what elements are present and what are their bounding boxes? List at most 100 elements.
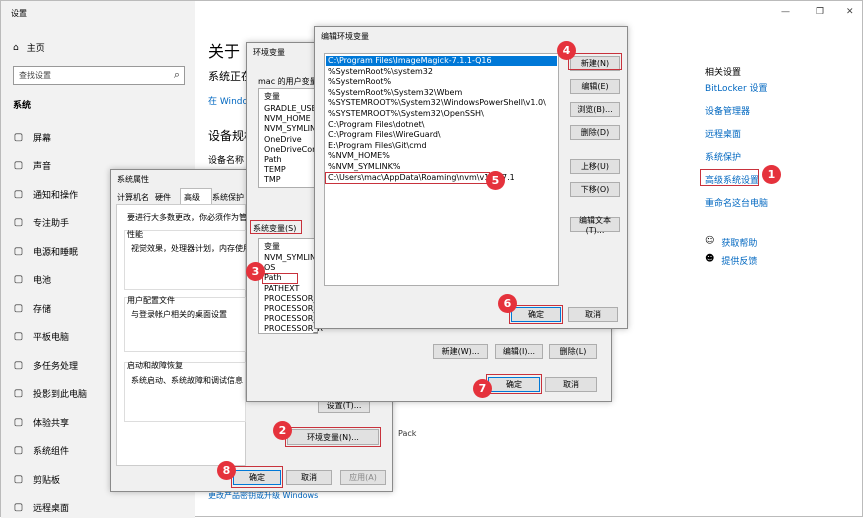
step-badge-6: 6 xyxy=(498,294,517,313)
close-icon[interactable]: ✕ xyxy=(846,7,854,17)
storage-icon: ▢ xyxy=(13,302,24,314)
env-cancel-button[interactable]: 取消 xyxy=(545,377,597,392)
sysprops-apply-button[interactable]: 应用(A) xyxy=(340,470,386,485)
highlight-box-2 xyxy=(285,427,381,447)
clipboard-icon: ▢ xyxy=(13,473,24,485)
nav-item-label: 平板电脑 xyxy=(33,333,70,343)
power-icon: ▢ xyxy=(13,245,24,257)
nav-item[interactable]: ▢ 系统组件 xyxy=(13,444,69,458)
device-name-label: 设备名称 xyxy=(208,156,245,166)
nav-item[interactable]: ▢ 存储 xyxy=(13,301,51,315)
user-var-row[interactable]: TEMP xyxy=(264,165,286,176)
highlight-box-3 xyxy=(262,273,298,284)
user-var-row[interactable]: OneDrive xyxy=(264,135,302,146)
nav-home[interactable]: ⌂ 主页 xyxy=(13,41,45,55)
help-icon: ☺ xyxy=(705,236,715,246)
path-row[interactable]: %SYSTEMROOT%\System32\OpenSSH\ xyxy=(328,109,484,120)
path-row[interactable]: %NVM_SYMLINK% xyxy=(328,162,400,173)
get-help-link[interactable]: ☺ 获取帮助 xyxy=(705,236,757,249)
dialog-title: 环境变量 xyxy=(253,48,285,57)
step-badge-4: 4 xyxy=(557,41,576,60)
multitask-icon: ▢ xyxy=(13,359,24,371)
nav-item-label: 电源和睡眠 xyxy=(33,247,79,258)
user-var-row[interactable]: TMP xyxy=(264,175,281,186)
path-edit-button[interactable]: 编辑(E) xyxy=(570,79,620,94)
step-badge-8: 8 xyxy=(217,461,236,480)
step-badge-5: 5 xyxy=(486,171,505,190)
bitlocker-link[interactable]: BitLocker 设置 xyxy=(705,81,768,94)
search-placeholder: 查找设置 xyxy=(19,71,51,80)
nav-item[interactable]: ▢ 通知和操作 xyxy=(13,187,78,201)
nav-item[interactable]: ▢ 剪贴板 xyxy=(13,472,60,486)
sys-vars-header: 变量 xyxy=(264,242,280,251)
battery-icon: ▢ xyxy=(13,274,24,285)
components-icon: ▢ xyxy=(13,445,24,456)
nav-item[interactable]: ▢ 远程桌面 xyxy=(13,501,69,515)
path-row[interactable]: %SystemRoot% xyxy=(328,77,391,88)
project-icon: ▢ xyxy=(13,388,24,399)
dialog-title: 编辑环境变量 xyxy=(321,32,369,41)
path-row[interactable]: C:\Program Files\WireGuard\ xyxy=(328,130,441,141)
step-badge-1: 1 xyxy=(762,165,781,184)
window-title: 设置 xyxy=(11,9,27,18)
nav-item-label: 电池 xyxy=(33,276,52,286)
path-delete-button[interactable]: 删除(D) xyxy=(570,125,620,140)
related-settings-title: 相关设置 xyxy=(705,68,742,78)
highlight-box-4 xyxy=(568,53,622,70)
path-row[interactable]: %SystemRoot%\System32\Wbem xyxy=(328,88,462,99)
nav-item-label: 通知和操作 xyxy=(33,190,79,201)
search-input[interactable]: 查找设置 ⌕ xyxy=(13,66,185,85)
tab-system-protection[interactable]: 系统保护 xyxy=(212,192,244,203)
minimize-icon[interactable]: — xyxy=(781,7,790,17)
path-row[interactable]: %SYSTEMROOT%\System32\WindowsPowerShell\… xyxy=(328,98,546,109)
nav-item[interactable]: ▢ 电池 xyxy=(13,273,51,287)
nav-item[interactable]: ▢ 体验共享 xyxy=(13,415,69,429)
path-up-button[interactable]: 上移(U) xyxy=(570,159,620,174)
path-row[interactable]: E:\Program Files\Git\cmd xyxy=(328,141,427,152)
user-var-row[interactable]: NVM_SYMLINK xyxy=(264,124,321,135)
highlight-box-sysvars xyxy=(250,220,302,234)
tab-hardware[interactable]: 硬件 xyxy=(155,192,171,203)
nav-item-label: 系统组件 xyxy=(33,447,70,457)
sys-delete-button[interactable]: 删除(L) xyxy=(549,344,597,359)
highlight-box-6 xyxy=(509,305,563,324)
remote-desktop-link[interactable]: 远程桌面 xyxy=(705,127,741,140)
path-row[interactable]: %NVM_HOME% xyxy=(328,151,390,162)
nav-item[interactable]: ▢ 专注助手 xyxy=(13,216,69,230)
highlight-box-7 xyxy=(486,374,542,394)
path-browse-button[interactable]: 浏览(B)... xyxy=(570,102,620,117)
profile-label: 用户配置文件 xyxy=(127,296,175,305)
nav-item[interactable]: ▢ 电源和睡眠 xyxy=(13,244,78,258)
maximize-icon[interactable]: ❐ xyxy=(816,7,824,17)
path-row[interactable]: %SystemRoot%\system32 xyxy=(328,67,433,78)
sys-var-row[interactable]: PATHEXT xyxy=(264,284,299,295)
nav-item[interactable]: ▢ 平板电脑 xyxy=(13,330,69,344)
highlight-box-1 xyxy=(700,169,759,186)
rename-pc-link[interactable]: 重命名这台电脑 xyxy=(705,196,768,209)
nav-item[interactable]: ▢ 投影到此电脑 xyxy=(13,387,87,401)
nav-item[interactable]: ▢ 屏幕 xyxy=(13,130,51,144)
tab-computer-name[interactable]: 计算机名 xyxy=(117,192,149,203)
path-row[interactable]: C:\Program Files\dotnet\ xyxy=(328,120,424,131)
step-badge-2: 2 xyxy=(273,421,292,440)
nav-item[interactable]: ▢ 多任务处理 xyxy=(13,358,78,372)
path-row[interactable]: C:\Program Files\ImageMagick-7.1.1-Q16 xyxy=(328,56,492,67)
highlight-box-8 xyxy=(231,466,283,488)
user-var-row[interactable]: Path xyxy=(264,155,282,166)
path-edit-text-button[interactable]: 编辑文本(T)... xyxy=(570,216,620,235)
path-cancel-button[interactable]: 取消 xyxy=(568,307,618,322)
feedback-link[interactable]: ☻ 提供反馈 xyxy=(705,254,757,267)
share-icon: ▢ xyxy=(13,416,24,428)
sys-var-row[interactable]: NVM_SYMLINK xyxy=(264,253,321,264)
nav-item[interactable]: ▢ 声音 xyxy=(13,159,51,173)
sys-edit-button[interactable]: 编辑(I)... xyxy=(495,344,543,359)
moon-icon: ▢ xyxy=(13,217,24,228)
system-protection-link[interactable]: 系统保护 xyxy=(705,150,741,163)
user-var-row[interactable]: NVM_HOME xyxy=(264,114,311,125)
device-manager-link[interactable]: 设备管理器 xyxy=(705,104,750,117)
tab-advanced[interactable]: 高级 xyxy=(184,192,200,203)
sys-new-button[interactable]: 新建(W)... xyxy=(433,344,488,359)
section-title: 系统 xyxy=(13,101,32,111)
path-down-button[interactable]: 下移(O) xyxy=(570,182,620,197)
sysprops-cancel-button[interactable]: 取消 xyxy=(286,470,332,485)
